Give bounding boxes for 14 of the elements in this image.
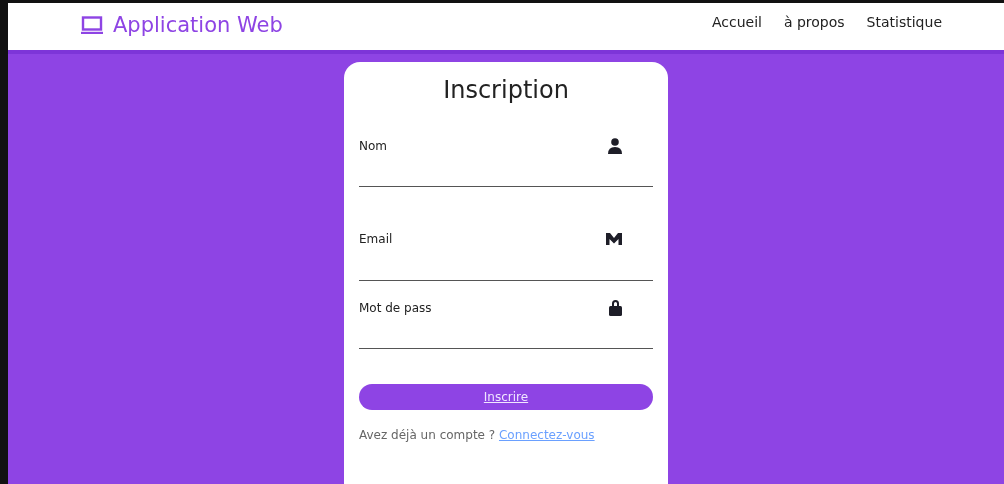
- form-title: Inscription: [442, 76, 570, 104]
- mail-icon: [606, 233, 622, 245]
- signup-button[interactable]: Inscrire: [359, 384, 653, 410]
- laptop-icon: [81, 15, 103, 34]
- field-label: Email: [359, 232, 393, 246]
- nav-link[interactable]: Statistique: [866, 13, 942, 30]
- lock-icon: [609, 299, 622, 316]
- login-prompt: Avez déjà un compte ? Connectez-vous: [359, 428, 596, 442]
- nav-link[interactable]: Accueil: [711, 13, 762, 30]
- person-icon: [608, 138, 622, 154]
- field-label: Mot de pass: [359, 300, 432, 315]
- nav-link[interactable]: à propos: [783, 13, 845, 30]
- app-title: Application Web: [113, 12, 283, 37]
- field-label: Nom: [359, 139, 387, 153]
